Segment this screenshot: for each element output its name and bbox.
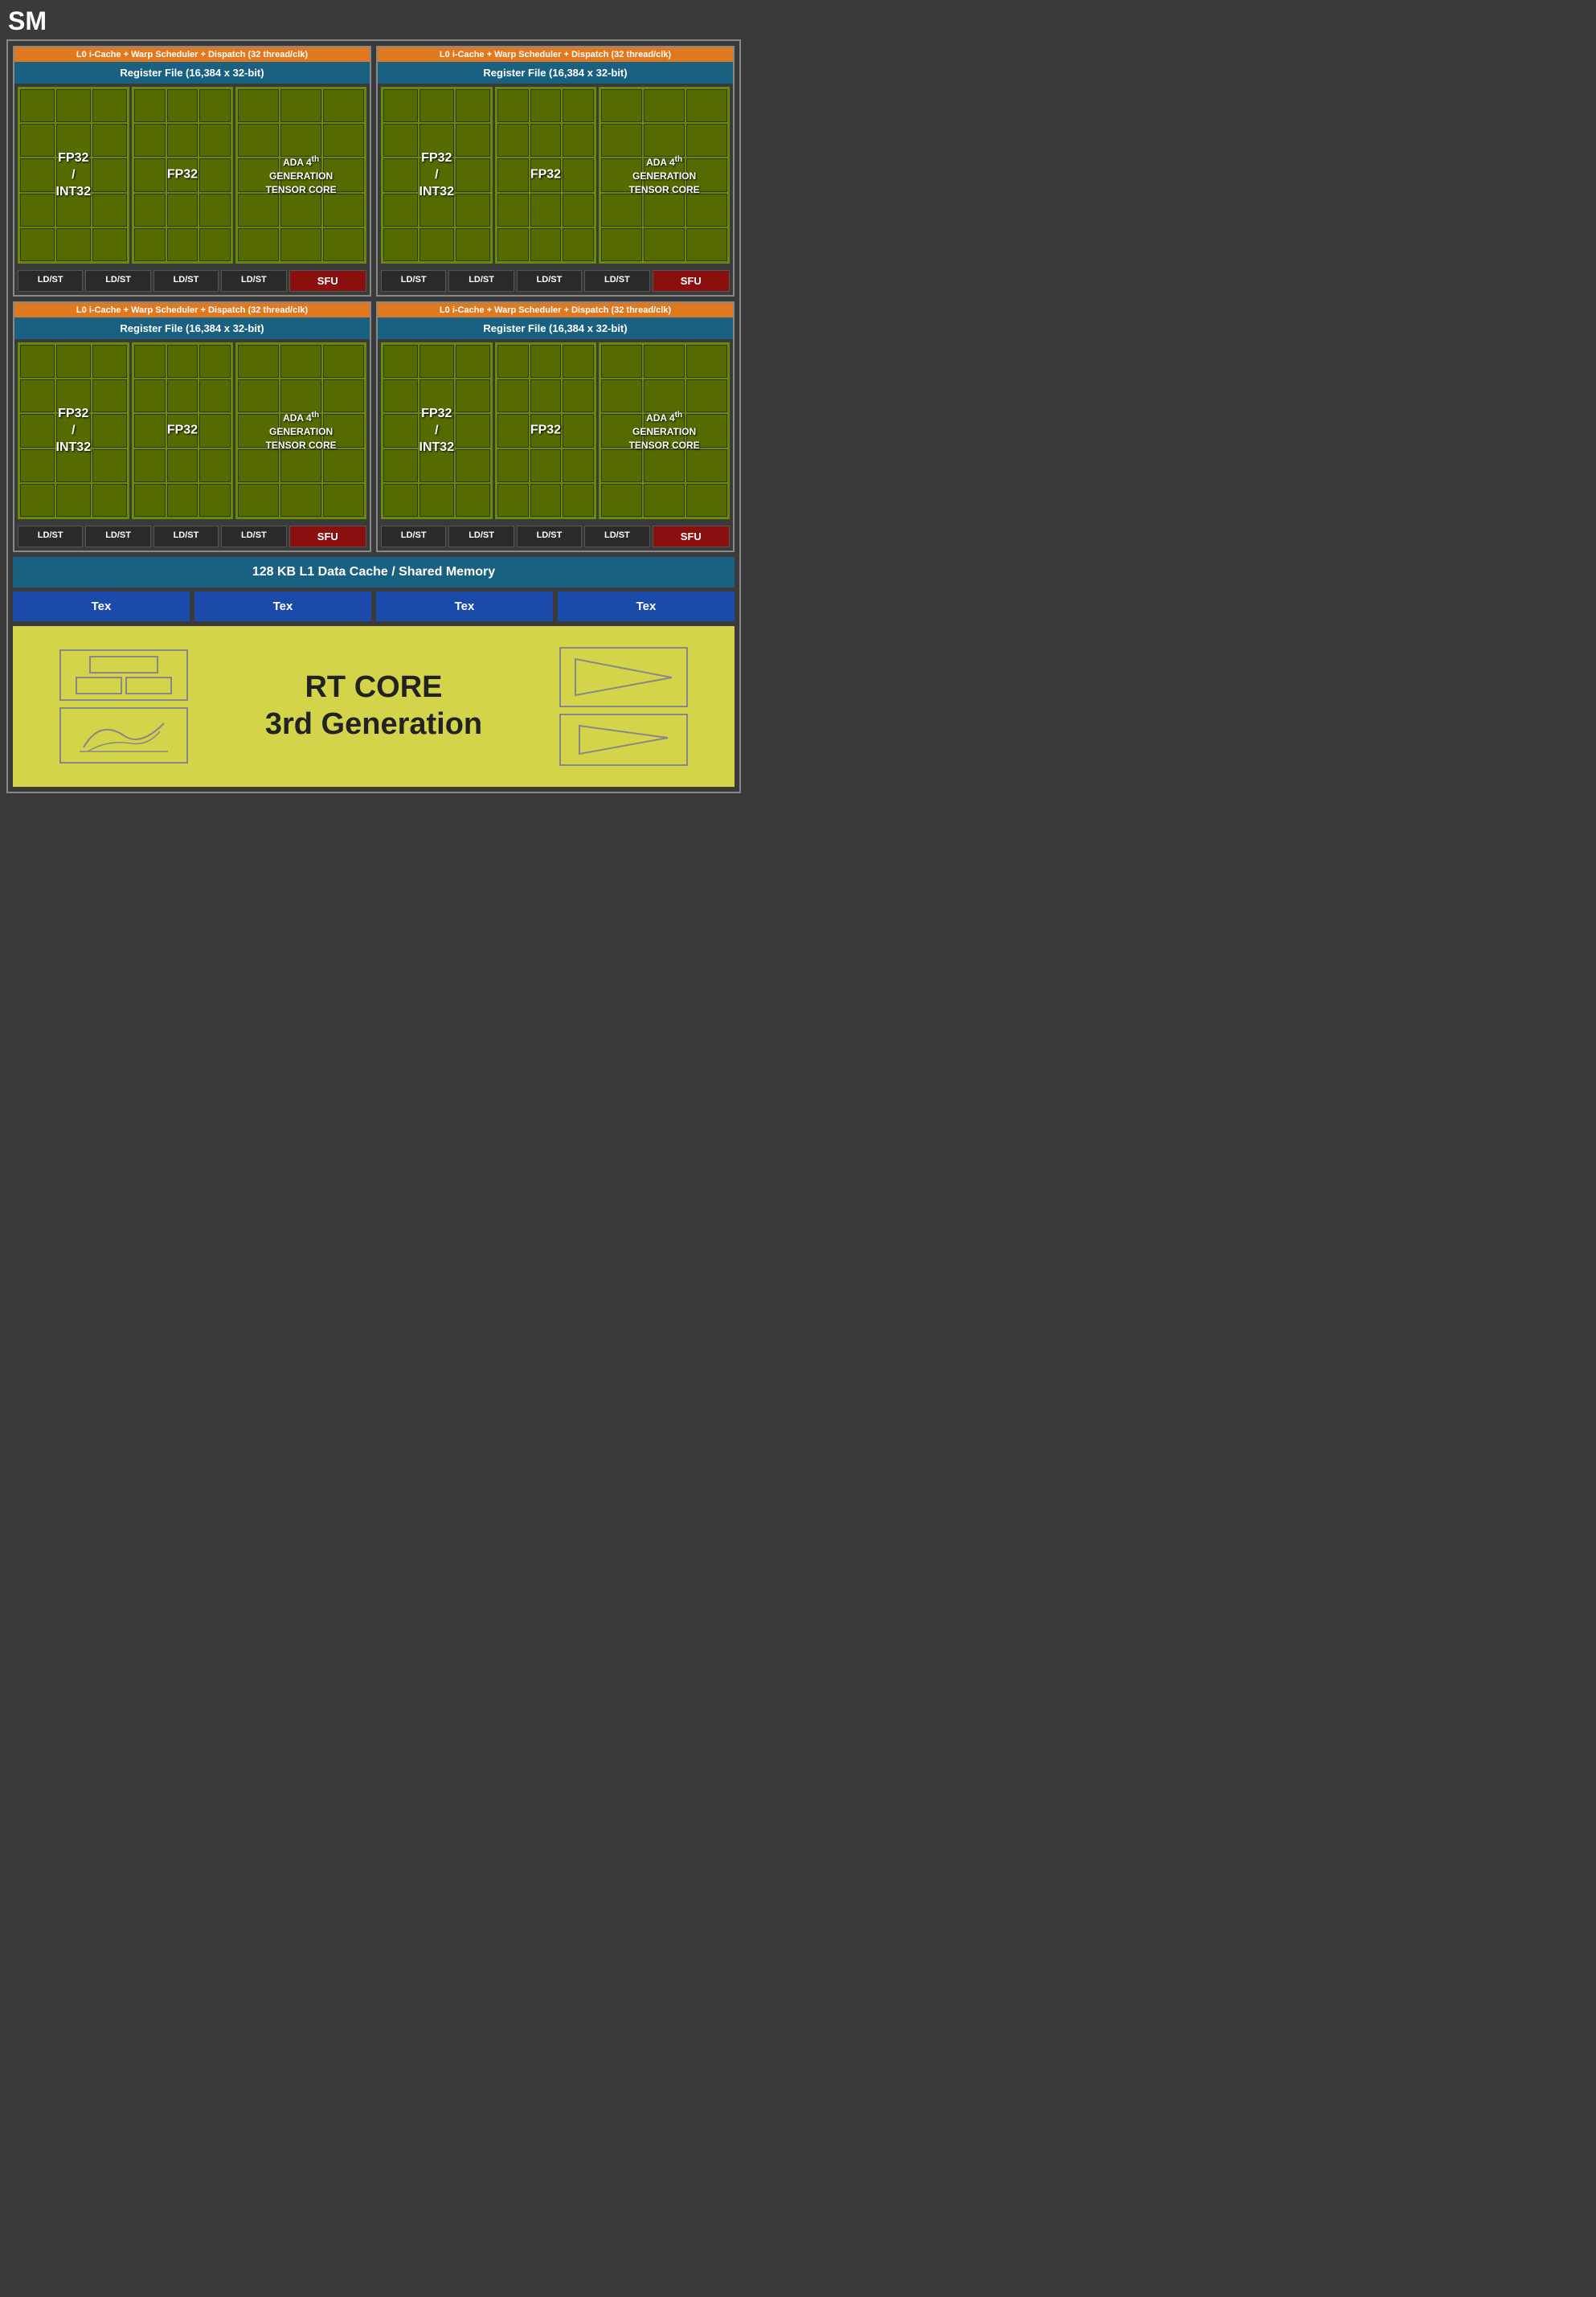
tensor-block-1: ADA 4thGENERATIONTENSOR CORE [235, 87, 366, 264]
reg-file-3: Register File (16,384 x 32-bit) [14, 317, 370, 339]
tex-box-4: Tex [558, 592, 735, 621]
fp32-block-2: FP32 [495, 87, 597, 264]
tex-row: Tex Tex Tex Tex [13, 592, 735, 621]
rt-core-label: RT CORE 3rd Generation [227, 669, 521, 743]
reg-file-2: Register File (16,384 x 32-bit) [378, 62, 733, 84]
ldst-box-2-4: LD/ST [584, 270, 649, 292]
ldst-row-4: LD/ST LD/ST LD/ST LD/ST SFU [378, 522, 733, 551]
outer-border: L0 i-Cache + Warp Scheduler + Dispatch (… [6, 39, 741, 793]
ldst-box-2-3: LD/ST [517, 270, 582, 292]
l0-bar-1: L0 i-Cache + Warp Scheduler + Dispatch (… [14, 47, 370, 62]
l0-bar-4: L0 i-Cache + Warp Scheduler + Dispatch (… [378, 303, 733, 317]
sub-processor-2: L0 i-Cache + Warp Scheduler + Dispatch (… [376, 46, 735, 297]
tensor-block-4: ADA 4thGENERATIONTENSOR CORE [599, 342, 730, 519]
rt-diagram-right [521, 647, 726, 766]
sm-container: SM L0 i-Cache + Warp Scheduler + Dispatc… [0, 0, 747, 793]
rt-diagram-top-right [559, 647, 688, 707]
reg-file-4: Register File (16,384 x 32-bit) [378, 317, 733, 339]
rt-diagram-bottom-left [59, 707, 188, 764]
ldst-box-1-1: LD/ST [18, 270, 83, 292]
fp32-block-1: FP32 [132, 87, 234, 264]
ldst-box-2-1: LD/ST [381, 270, 446, 292]
l1-cache-bar: 128 KB L1 Data Cache / Shared Memory [13, 557, 735, 588]
ldst-box-2-2: LD/ST [448, 270, 514, 292]
ldst-box-1-4: LD/ST [221, 270, 286, 292]
l0-bar-2: L0 i-Cache + Warp Scheduler + Dispatch (… [378, 47, 733, 62]
sfu-box-4: SFU [653, 526, 730, 547]
rt-diagram-svg-left [76, 715, 172, 755]
ldst-box-4-4: LD/ST [584, 526, 649, 547]
tensor-block-2: ADA 4thGENERATIONTENSOR CORE [599, 87, 730, 264]
l0-bar-3: L0 i-Cache + Warp Scheduler + Dispatch (… [14, 303, 370, 317]
ldst-box-3-4: LD/ST [221, 526, 286, 547]
ldst-box-4-1: LD/ST [381, 526, 446, 547]
ldst-box-3-2: LD/ST [85, 526, 150, 547]
ldst-row-3: LD/ST LD/ST LD/ST LD/ST SFU [14, 522, 370, 551]
fp32-int32-block-3: FP32/INT32 [18, 342, 129, 519]
compute-area-3: FP32/INT32 FP32 [14, 339, 370, 522]
fp32-int32-block-4: FP32/INT32 [381, 342, 493, 519]
quadrant-grid: L0 i-Cache + Warp Scheduler + Dispatch (… [13, 46, 735, 552]
sub-processor-1: L0 i-Cache + Warp Scheduler + Dispatch (… [13, 46, 371, 297]
fp32-block-3: FP32 [132, 342, 234, 519]
sfu-box-2: SFU [653, 270, 730, 292]
compute-area-1: FP32/INT32 FP32 [14, 84, 370, 267]
rt-diagram-left [21, 649, 227, 764]
rt-core-area: RT CORE 3rd Generation [13, 626, 735, 787]
sm-title: SM [0, 0, 747, 39]
tensor-block-3: ADA 4thGENERATIONTENSOR CORE [235, 342, 366, 519]
compute-area-2: FP32/INT32 FP32 [378, 84, 733, 267]
compute-area-4: FP32/INT32 FP32 [378, 339, 733, 522]
ldst-box-4-2: LD/ST [448, 526, 514, 547]
tex-box-1: Tex [13, 592, 190, 621]
tex-box-3: Tex [376, 592, 553, 621]
sfu-box-1: SFU [289, 270, 366, 292]
rt-triangle-top [571, 655, 676, 699]
sub-processor-3: L0 i-Cache + Warp Scheduler + Dispatch (… [13, 301, 371, 552]
rt-core-title: RT CORE 3rd Generation [227, 669, 521, 743]
ldst-box-4-3: LD/ST [517, 526, 582, 547]
rt-diagram-top-left [59, 649, 188, 701]
ldst-box-1-3: LD/ST [153, 270, 219, 292]
ldst-box-1-2: LD/ST [85, 270, 150, 292]
ldst-box-3-1: LD/ST [18, 526, 83, 547]
sfu-box-3: SFU [289, 526, 366, 547]
fp32-int32-block-2: FP32/INT32 [381, 87, 493, 264]
rt-diagram-bottom-right [559, 714, 688, 766]
ldst-row-2: LD/ST LD/ST LD/ST LD/ST SFU [378, 267, 733, 295]
fp32-block-4: FP32 [495, 342, 597, 519]
tex-box-2: Tex [194, 592, 371, 621]
ldst-box-3-3: LD/ST [153, 526, 219, 547]
sub-processor-4: L0 i-Cache + Warp Scheduler + Dispatch (… [376, 301, 735, 552]
ldst-row-1: LD/ST LD/ST LD/ST LD/ST SFU [14, 267, 370, 295]
reg-file-1: Register File (16,384 x 32-bit) [14, 62, 370, 84]
fp32-int32-block-1: FP32/INT32 [18, 87, 129, 264]
rt-triangle-bottom [575, 722, 672, 758]
